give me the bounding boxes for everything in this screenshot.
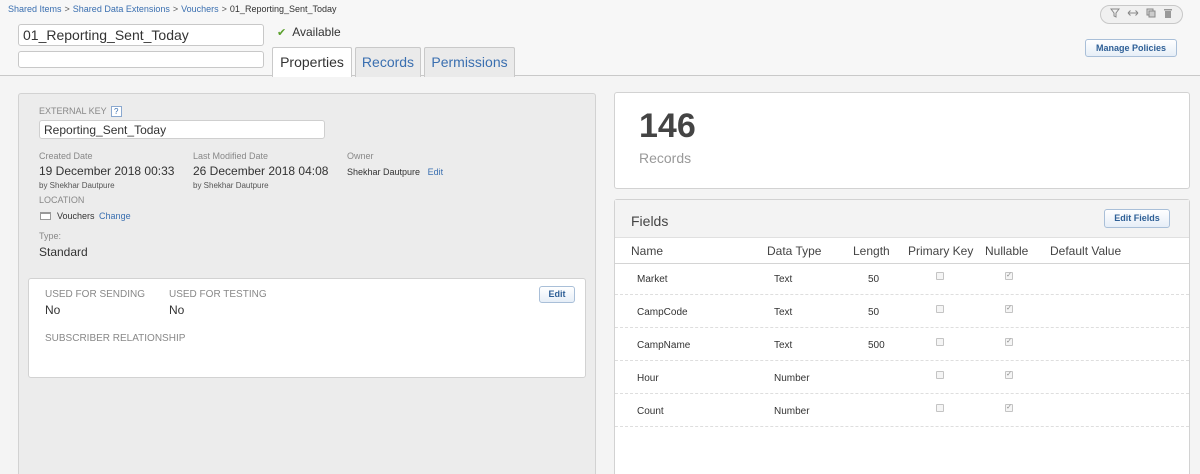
arrows-icon[interactable]	[1127, 8, 1139, 21]
field-name: CampCode	[637, 307, 688, 318]
breadcrumb-separator: >	[221, 4, 227, 14]
properties-panel: EXTERNAL KEY? Created Date 19 December 2…	[18, 93, 596, 474]
location-label: LOCATION	[39, 195, 85, 205]
location-change-link[interactable]: Change	[99, 211, 131, 221]
help-icon[interactable]: ?	[110, 106, 122, 117]
primary-key-checkbox	[936, 371, 944, 379]
used-for-testing-label: USED FOR TESTING	[169, 289, 267, 300]
status-label: Available	[292, 25, 341, 39]
modified-date-value: 26 December 2018 04:08	[193, 164, 329, 178]
availability-status: ✔ Available	[277, 25, 341, 39]
records-count: 146	[639, 107, 696, 145]
column-header-default-value[interactable]: Default Value	[1050, 244, 1121, 258]
field-type: Text	[774, 340, 793, 351]
records-summary-panel: 146 Records	[614, 92, 1190, 189]
created-date-value: 19 December 2018 00:33	[39, 164, 175, 178]
toolbar	[1100, 5, 1183, 24]
used-for-testing-value: No	[169, 303, 185, 317]
tab-properties[interactable]: Properties	[272, 47, 352, 77]
nullable-checkbox: ✓	[1005, 305, 1013, 313]
modified-date-label: Last Modified Date	[193, 151, 269, 161]
breadcrumb-item-shared-data-extensions[interactable]: Shared Data Extensions	[73, 4, 170, 14]
field-type: Text	[774, 307, 793, 318]
data-extension-name-input[interactable]	[18, 24, 264, 46]
field-length: 50	[868, 274, 880, 285]
nullable-checkbox: ✓	[1005, 272, 1013, 280]
filter-icon[interactable]	[1110, 8, 1121, 21]
field-length: 50	[868, 307, 880, 318]
column-header-name[interactable]: Name	[631, 244, 663, 258]
external-key-label-text: EXTERNAL KEY	[39, 106, 107, 116]
field-type: Number	[774, 373, 810, 384]
type-value: Standard	[39, 245, 88, 259]
used-for-sending-value: No	[45, 303, 61, 317]
edit-fields-button[interactable]: Edit Fields	[1104, 209, 1170, 228]
field-type: Number	[774, 406, 810, 417]
external-key-label: EXTERNAL KEY?	[39, 106, 122, 117]
location-value: Vouchers	[57, 211, 95, 221]
primary-key-checkbox	[936, 305, 944, 313]
field-length: 500	[868, 340, 885, 351]
nullable-checkbox: ✓	[1005, 404, 1013, 412]
breadcrumb-separator: >	[64, 4, 70, 14]
primary-key-checkbox	[936, 272, 944, 280]
owner-value: Shekhar Dautpure	[347, 167, 421, 177]
field-type: Text	[774, 274, 793, 285]
nullable-checkbox: ✓	[1005, 338, 1013, 346]
tab-records[interactable]: Records	[355, 47, 421, 77]
top-bar: Shared Items > Shared Data Extensions > Vouc…	[0, 0, 1200, 77]
field-name: Hour	[637, 373, 659, 384]
primary-key-checkbox	[936, 338, 944, 346]
type-label: Type:	[39, 231, 62, 241]
breadcrumb-item-vouchers[interactable]: Vouchers	[181, 4, 219, 14]
used-for-sending-label: USED FOR SENDING	[45, 289, 146, 300]
fields-title: Fields	[631, 213, 669, 229]
owner-edit-link[interactable]: Edit	[428, 167, 444, 177]
copy-icon[interactable]	[1146, 8, 1156, 21]
table-row[interactable]: CampCode Text 50 ✓	[615, 295, 1189, 328]
external-key-input[interactable]	[39, 120, 325, 139]
field-name: Count	[637, 406, 664, 417]
column-header-data-type[interactable]: Data Type	[767, 244, 821, 258]
subscriber-relationship-label: SUBSCRIBER RELATIONSHIP	[45, 333, 186, 344]
nullable-checkbox: ✓	[1005, 371, 1013, 379]
created-by: by Shekhar Dautpure	[39, 181, 115, 190]
trash-icon[interactable]	[1163, 8, 1173, 21]
records-label: Records	[639, 150, 692, 166]
table-row[interactable]: Hour Number ✓	[615, 361, 1189, 394]
modified-by: by Shekhar Dautpure	[193, 181, 269, 190]
owner-value-row: Shekhar Dautpure Edit	[347, 167, 443, 177]
fields-header: Fields Edit Fields	[615, 200, 1189, 238]
field-name: CampName	[637, 340, 691, 351]
column-header-length[interactable]: Length	[853, 244, 890, 258]
sending-panel: USED FOR SENDING No USED FOR TESTING No …	[28, 278, 586, 378]
location-row: Vouchers Change	[57, 211, 131, 221]
field-name: Market	[637, 274, 668, 285]
table-row[interactable]: CampName Text 500 ✓	[615, 328, 1189, 361]
owner-label: Owner	[347, 151, 374, 161]
table-row[interactable]: Count Number ✓	[615, 394, 1189, 427]
breadcrumb-separator: >	[172, 4, 179, 14]
breadcrumb: Shared Items > Shared Data Extensions > Vouc…	[8, 4, 337, 14]
tab-permissions[interactable]: Permissions	[424, 47, 515, 77]
primary-key-checkbox	[936, 404, 944, 412]
description-input[interactable]	[18, 51, 264, 68]
manage-policies-button[interactable]: Manage Policies	[1085, 39, 1177, 57]
breadcrumb-item-shared-items[interactable]: Shared Items	[8, 4, 62, 14]
fields-panel: Fields Edit Fields Name Data Type Length…	[614, 199, 1190, 474]
column-header-primary-key[interactable]: Primary Key	[908, 244, 973, 258]
folder-icon	[40, 212, 51, 220]
check-icon: ✔	[277, 27, 287, 39]
breadcrumb-current: 01_Reporting_Sent_Today	[229, 4, 337, 14]
table-row[interactable]: Market Text 50 ✓	[615, 262, 1189, 295]
created-date-label: Created Date	[39, 151, 93, 161]
edit-sending-button[interactable]: Edit	[539, 286, 575, 303]
column-header-nullable[interactable]: Nullable	[985, 244, 1028, 258]
